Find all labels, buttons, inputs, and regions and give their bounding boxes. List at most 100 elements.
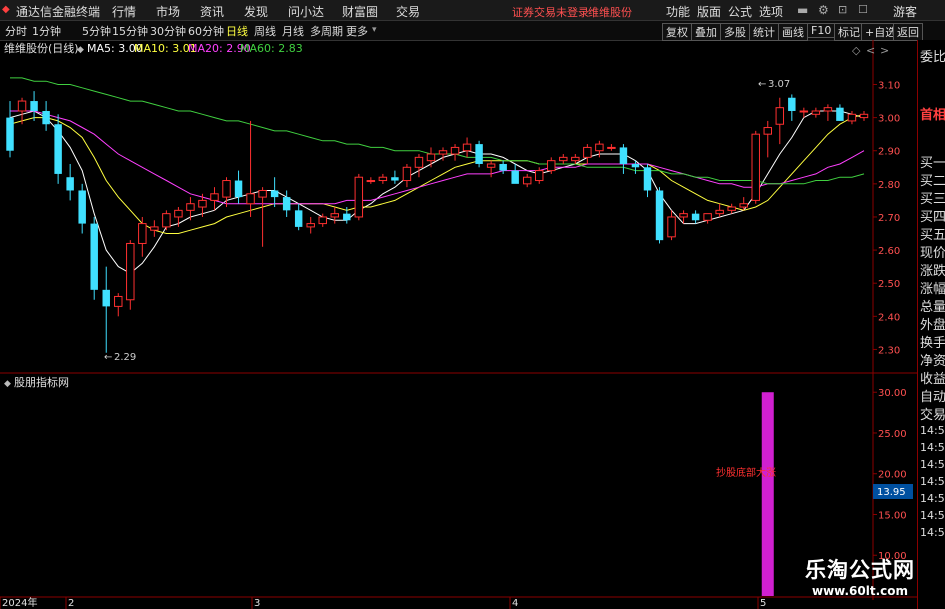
candle-body [162, 213, 171, 228]
candle [836, 104, 844, 121]
overlay-button[interactable]: 叠加 [691, 23, 721, 41]
ma-line-ma5 [9, 110, 865, 274]
menu-options[interactable]: 选项 [759, 3, 783, 20]
ma60-label: MA60: 2.83 [240, 42, 303, 55]
period-tab-more[interactable]: 更多 [346, 23, 368, 39]
candle-body [54, 124, 62, 174]
menu-functions[interactable]: 功能 [666, 3, 690, 20]
candle-body [391, 177, 399, 181]
candle [330, 207, 339, 224]
candle [462, 137, 472, 158]
candle-body [679, 213, 688, 218]
candle-body [102, 289, 110, 307]
candle-body [836, 107, 844, 121]
candle-body [246, 193, 255, 205]
candle-body [138, 223, 147, 244]
candle-body [811, 110, 821, 115]
more-chevron-icon[interactable]: ▾ [372, 25, 377, 35]
multi-stock-button[interactable]: 多股 [720, 23, 750, 41]
candle-body [799, 110, 809, 113]
chart-settings-icon[interactable]: ◇ [852, 44, 861, 57]
period-tab-daily[interactable]: 日线 [226, 23, 248, 39]
candle [391, 170, 399, 184]
guest-label[interactable]: 游客 [893, 3, 917, 20]
period-tab-15min[interactable]: 15分钟 [112, 23, 148, 39]
candle-body [511, 170, 519, 184]
watermark-url: www.60lt.com [811, 584, 909, 598]
trade-time: 14:56 [920, 475, 945, 488]
candle-body [643, 167, 652, 191]
menu-discover[interactable]: 发现 [244, 3, 268, 20]
sidebar-auto[interactable]: 自动 [920, 386, 945, 405]
candle-body [426, 153, 436, 162]
sidebar-item-volume: 总量 [920, 300, 945, 315]
menu-quotes[interactable]: 行情 [112, 3, 136, 20]
period-tab-1min[interactable]: 1分钟 [32, 23, 61, 39]
popup-icon[interactable]: ⊡ [838, 3, 847, 16]
candle-body [655, 190, 664, 241]
draw-line-button[interactable]: 画线 [778, 23, 808, 41]
menu-ask[interactable]: 问小达 [288, 3, 324, 20]
candle [607, 144, 616, 151]
y-axis-tick-label: 2.40 [878, 312, 900, 323]
candle-body [378, 176, 388, 182]
f10-button[interactable]: F10 [807, 23, 836, 38]
chart-area[interactable]: 3.10 3.00 2.90 2.80 2.70 2.60 2.50 2.40 2.30 30.0… [0, 40, 917, 609]
sidebar-item-bid5: 买五 [920, 228, 945, 243]
candle [619, 144, 628, 174]
indicator-title: 股朋指标网 [14, 375, 69, 389]
menu-formula[interactable]: 公式 [728, 3, 752, 20]
adjust-button[interactable]: 复权 [662, 23, 692, 41]
mark-button[interactable]: 标记 [834, 23, 864, 41]
menu-trade[interactable]: 交易 [396, 3, 420, 20]
menu-news[interactable]: 资讯 [200, 3, 224, 20]
period-tab-5min[interactable]: 5分钟 [82, 23, 111, 39]
candle [775, 97, 785, 145]
settings-icon[interactable]: ⚙ [818, 3, 829, 17]
ma-line-ma20 [10, 110, 865, 205]
high-price-label: 3.07 [768, 79, 790, 90]
y-axis-tick-label: 2.60 [878, 246, 900, 257]
x-axis-month-2: 2 [68, 598, 74, 609]
menu-wealth[interactable]: 财富圈 [342, 3, 378, 20]
candle-body [583, 146, 592, 158]
x-axis-year-label: 2024年 [2, 596, 37, 609]
candle [186, 197, 195, 221]
y-axis-tick-label: 3.10 [878, 80, 900, 91]
ma-settings-icon[interactable]: ◆ [77, 45, 84, 55]
candle-body [354, 176, 364, 218]
login-status[interactable]: 证券交易未登录 [512, 4, 589, 20]
candle-body [414, 156, 424, 168]
candle-body [522, 176, 532, 185]
menu-market[interactable]: 市场 [156, 3, 180, 20]
candle [114, 293, 123, 317]
chart-collapse-icon[interactable]: > [880, 44, 889, 57]
candle-body [607, 146, 616, 149]
candle-body [330, 213, 339, 218]
back-button[interactable]: 返回 [893, 23, 923, 41]
period-tab-monthly[interactable]: 月线 [282, 23, 304, 39]
statistics-button[interactable]: 统计 [749, 23, 779, 41]
menu-layout[interactable]: 版面 [697, 3, 721, 20]
period-tab-60min[interactable]: 60分钟 [188, 23, 224, 39]
chart-expand-icon[interactable]: < [866, 44, 875, 57]
window-icon[interactable]: ☐ [858, 3, 868, 16]
stock-name-header: 维维股份 [588, 6, 632, 19]
period-tab-multi[interactable]: 多周期 [310, 23, 343, 39]
candle [306, 216, 315, 234]
candle-body [17, 100, 27, 112]
candle-body [366, 180, 376, 183]
indicator-axis-tick-label: 20.00 [878, 470, 907, 481]
indicator-settings-icon[interactable]: ◆ [4, 379, 11, 389]
candle-body [859, 113, 869, 119]
candle-body [78, 190, 86, 224]
period-tab-30min[interactable]: 30分钟 [150, 23, 186, 39]
watermark-title: 乐淘公式网 [805, 558, 915, 582]
period-tab-intraday[interactable]: 分时 [5, 23, 27, 39]
sidebar-item-change: 涨跌 [920, 264, 945, 279]
candle [751, 130, 760, 204]
sidebar-trade[interactable]: 交易 [920, 404, 945, 423]
minimize-icon[interactable]: ▬ [797, 3, 808, 17]
indicator-axis-tick-label: 15.00 [878, 510, 907, 521]
period-tab-weekly[interactable]: 周线 [254, 23, 276, 39]
